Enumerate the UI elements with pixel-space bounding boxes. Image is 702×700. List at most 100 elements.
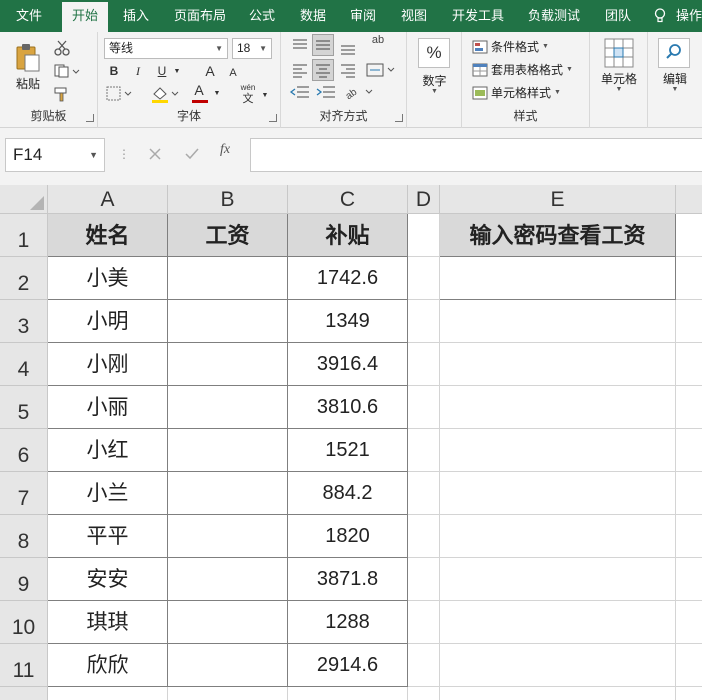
row-header[interactable]: 4 — [0, 343, 48, 386]
chevron-down-icon[interactable]: ▼ — [260, 88, 270, 102]
subsidy-cell[interactable]: 884.2 — [288, 472, 408, 515]
insert-function-icon[interactable]: fx — [220, 142, 230, 158]
column-header-a[interactable]: A — [48, 185, 168, 214]
font-color-button[interactable]: A — [192, 82, 206, 98]
table-header-cell[interactable]: 姓名 — [48, 214, 168, 257]
tab-view[interactable]: 视图 — [394, 0, 434, 32]
name-cell[interactable]: 安安 — [48, 558, 168, 601]
column-header-c[interactable]: C — [288, 185, 408, 214]
editing-button[interactable] — [658, 38, 690, 68]
number-format-button[interactable]: % — [418, 38, 450, 68]
salary-cell[interactable] — [168, 386, 288, 429]
phonetic-guide-button[interactable]: 文 — [238, 91, 258, 105]
tab-data[interactable]: 数据 — [293, 0, 333, 32]
cell[interactable] — [408, 558, 440, 601]
font-size-select[interactable]: 18 ▼ — [232, 38, 272, 59]
cell[interactable] — [288, 687, 408, 700]
cell[interactable] — [440, 644, 676, 687]
cell[interactable] — [676, 687, 702, 700]
increase-indent-icon[interactable] — [315, 84, 337, 100]
subsidy-cell[interactable]: 3916.4 — [288, 343, 408, 386]
tab-file[interactable]: 文件 — [8, 0, 50, 32]
subsidy-cell[interactable]: 1820 — [288, 515, 408, 558]
orientation-icon[interactable]: ab — [343, 83, 375, 101]
cell[interactable] — [440, 515, 676, 558]
salary-cell[interactable] — [168, 558, 288, 601]
cell[interactable] — [408, 472, 440, 515]
tab-insert[interactable]: 插入 — [114, 0, 158, 32]
cut-icon[interactable] — [54, 40, 70, 56]
row-header[interactable]: 8 — [0, 515, 48, 558]
table-header-cell[interactable]: 工资 — [168, 214, 288, 257]
align-top-icon[interactable] — [291, 38, 309, 52]
table-header-cell[interactable]: 补贴 — [288, 214, 408, 257]
subsidy-cell[interactable]: 1349 — [288, 300, 408, 343]
chevron-down-icon[interactable]: ▼ — [590, 86, 648, 93]
subsidy-cell[interactable]: 3810.6 — [288, 386, 408, 429]
subsidy-cell[interactable]: 3871.8 — [288, 558, 408, 601]
clipboard-launcher-icon[interactable] — [86, 114, 94, 122]
cell[interactable] — [168, 687, 288, 700]
row-header[interactable]: 6 — [0, 429, 48, 472]
chevron-down-icon[interactable]: ▼ — [407, 88, 462, 95]
cell[interactable] — [408, 300, 440, 343]
cell[interactable] — [676, 558, 702, 601]
salary-cell[interactable] — [168, 257, 288, 300]
tab-formulas[interactable]: 公式 — [242, 0, 282, 32]
cell[interactable] — [676, 472, 702, 515]
cells-icon[interactable] — [604, 38, 634, 68]
cell[interactable] — [676, 601, 702, 644]
select-all-corner[interactable] — [0, 185, 48, 214]
align-middle-button[interactable] — [312, 34, 334, 56]
cell[interactable] — [408, 601, 440, 644]
copy-icon[interactable] — [54, 64, 80, 78]
cell[interactable] — [440, 300, 676, 343]
font-launcher-icon[interactable] — [269, 114, 277, 122]
cell[interactable] — [676, 257, 702, 300]
enter-check-icon[interactable] — [184, 147, 200, 161]
subsidy-cell[interactable]: 1288 — [288, 601, 408, 644]
cell[interactable] — [676, 515, 702, 558]
align-right-icon[interactable] — [339, 62, 357, 78]
format-painter-icon[interactable] — [54, 86, 72, 102]
cell[interactable] — [408, 343, 440, 386]
row-header[interactable]: 7 — [0, 472, 48, 515]
tab-page-layout[interactable]: 页面布局 — [168, 0, 232, 32]
column-header-d[interactable]: D — [408, 185, 440, 214]
tab-home[interactable]: 开始 — [62, 2, 108, 32]
shrink-font-button[interactable]: A — [226, 64, 240, 82]
tab-tell-me[interactable]: 操作 — [676, 0, 702, 32]
name-box[interactable]: F14 ▼ — [5, 138, 105, 172]
align-left-icon[interactable] — [291, 62, 309, 78]
cell[interactable] — [408, 386, 440, 429]
password-header-cell[interactable]: 输入密码查看工资 — [440, 214, 676, 257]
name-cell[interactable]: 小红 — [48, 429, 168, 472]
name-cell[interactable]: 小美 — [48, 257, 168, 300]
cancel-icon[interactable] — [148, 147, 162, 161]
fill-color-icon[interactable] — [150, 84, 180, 104]
column-header-f[interactable] — [676, 185, 702, 214]
password-input-cell[interactable] — [440, 257, 676, 300]
row-header[interactable]: 9 — [0, 558, 48, 601]
cell[interactable] — [440, 386, 676, 429]
cell[interactable] — [440, 472, 676, 515]
conditional-format-button[interactable]: 条件格式 ▼ — [472, 38, 549, 55]
cell[interactable] — [408, 429, 440, 472]
align-bottom-icon[interactable] — [339, 42, 357, 56]
chevron-down-icon[interactable]: ▼ — [648, 86, 702, 93]
cell[interactable] — [440, 558, 676, 601]
cell[interactable] — [48, 687, 168, 700]
salary-cell[interactable] — [168, 429, 288, 472]
format-as-table-button[interactable]: 套用表格格式 ▼ — [472, 61, 573, 78]
subsidy-cell[interactable]: 1742.6 — [288, 257, 408, 300]
alignment-launcher-icon[interactable] — [395, 114, 403, 122]
row-header[interactable] — [0, 687, 48, 700]
cell[interactable] — [440, 601, 676, 644]
name-cell[interactable]: 小兰 — [48, 472, 168, 515]
formula-bar-grip[interactable]: ⋮ — [118, 144, 130, 164]
name-cell[interactable]: 平平 — [48, 515, 168, 558]
wrap-text-icon[interactable]: ab — [367, 34, 389, 46]
tab-developer[interactable]: 开发工具 — [446, 0, 510, 32]
cell[interactable] — [408, 214, 440, 257]
salary-cell[interactable] — [168, 343, 288, 386]
